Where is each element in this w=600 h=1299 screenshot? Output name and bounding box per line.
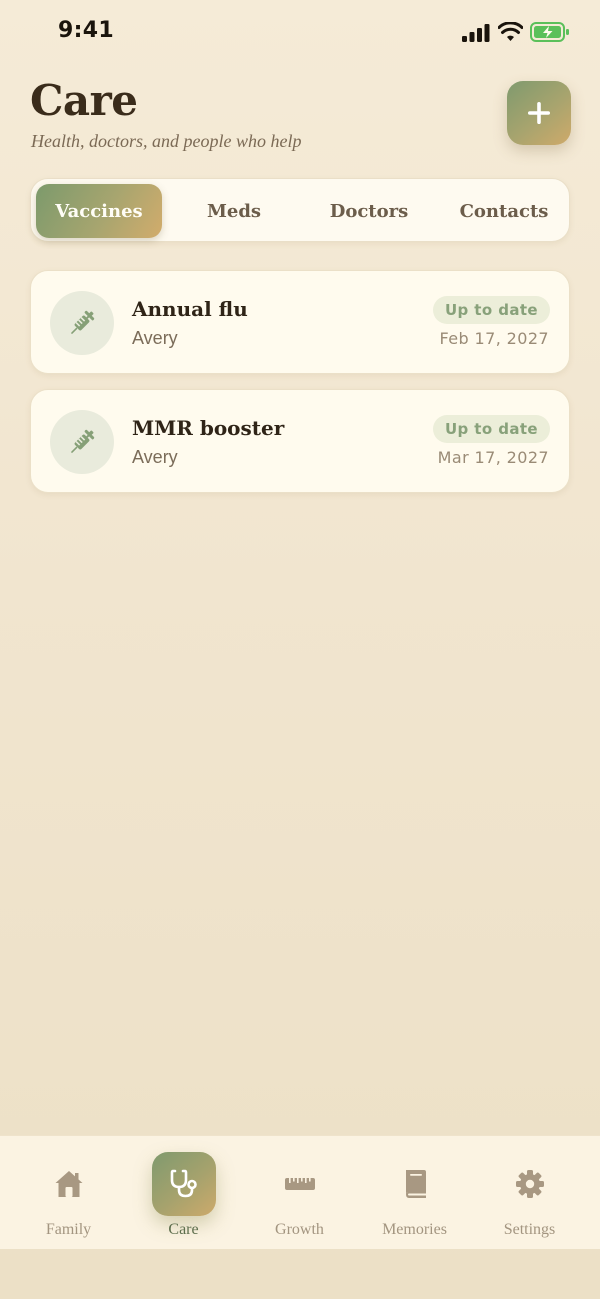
tabbar-label: Care [168, 1221, 199, 1238]
tabbar-item-family[interactable]: Family [11, 1136, 126, 1250]
vaccine-date: Mar 17, 2027 [437, 448, 549, 467]
tabbar-label: Family [45, 1221, 92, 1238]
tabbar-label: Settings [503, 1221, 556, 1238]
status-bar: 9:41 [0, 0, 600, 66]
gear-icon [515, 1170, 544, 1198]
add-button[interactable] [507, 81, 571, 145]
bottom-tab-bar: Family Care Growth Memories Settings [0, 1135, 600, 1249]
cellular-signal-icon [462, 24, 490, 42]
status-badge: Up to date [432, 296, 550, 324]
vaccine-person: Avery [132, 328, 178, 348]
tabbar-item-settings[interactable]: Settings [472, 1136, 587, 1250]
vaccine-icon-badge [50, 291, 114, 355]
tab-contacts[interactable]: Contacts [441, 184, 567, 238]
syringe-icon [71, 429, 95, 453]
wifi-icon [498, 22, 523, 41]
book-icon [405, 1170, 426, 1198]
tab-vaccines[interactable]: Vaccines [36, 184, 162, 238]
tabbar-label: Growth [275, 1221, 324, 1238]
page-subtitle: Health, doctors, and people who help [31, 131, 302, 151]
vaccine-icon-badge [50, 410, 114, 474]
vaccine-card[interactable]: MMR booster Avery Up to date Mar 17, 202… [30, 389, 570, 493]
plus-icon [528, 102, 550, 124]
status-badge: Up to date [432, 415, 550, 443]
page-title: Care [30, 76, 138, 125]
status-time: 9:41 [58, 18, 114, 43]
vaccine-date: Feb 17, 2027 [439, 329, 549, 348]
tabbar-label: Memories [382, 1221, 447, 1238]
care-segmented-control: Vaccines Meds Doctors Contacts [30, 178, 570, 242]
vaccine-name: MMR booster [132, 416, 285, 440]
ruler-icon [284, 1178, 315, 1190]
tabbar-item-care[interactable]: Care [126, 1136, 241, 1250]
tab-meds[interactable]: Meds [171, 184, 297, 238]
tab-doctors[interactable]: Doctors [306, 184, 432, 238]
vaccine-person: Avery [132, 447, 178, 467]
syringe-icon [71, 310, 95, 334]
house-icon [55, 1171, 82, 1197]
tabbar-item-memories[interactable]: Memories [357, 1136, 472, 1250]
vaccine-name: Annual flu [132, 297, 248, 321]
battery-charging-icon [530, 22, 569, 42]
stethoscope-icon [170, 1169, 197, 1198]
tabbar-item-growth[interactable]: Growth [242, 1136, 357, 1250]
vaccine-card[interactable]: Annual flu Avery Up to date Feb 17, 2027 [30, 270, 570, 374]
